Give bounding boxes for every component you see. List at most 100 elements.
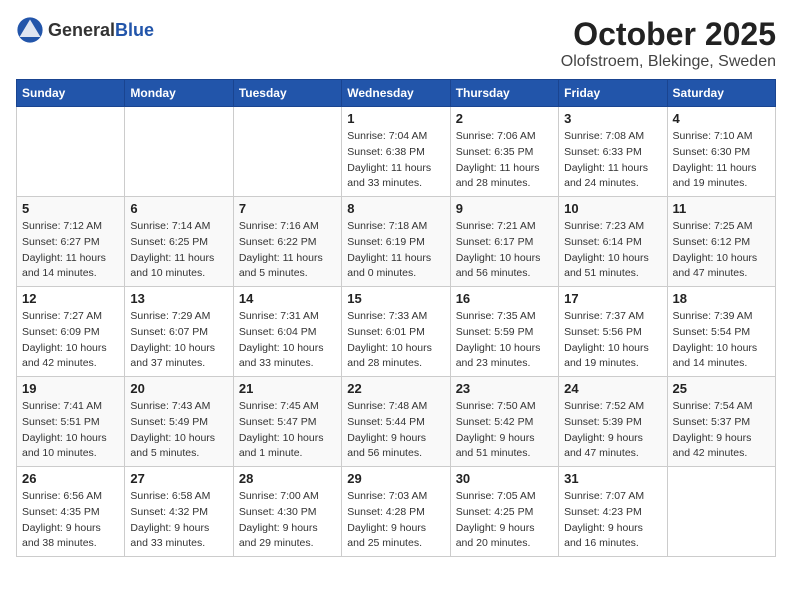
day-number: 10 bbox=[564, 201, 661, 216]
day-info: Sunrise: 7:23 AMSunset: 6:14 PMDaylight:… bbox=[564, 219, 661, 282]
day-number: 18 bbox=[673, 291, 770, 306]
calendar-day-cell: 21 Sunrise: 7:45 AMSunset: 5:47 PMDayligh… bbox=[233, 377, 341, 467]
weekday-header-cell: Friday bbox=[559, 80, 667, 107]
day-info: Sunrise: 7:08 AMSunset: 6:33 PMDaylight:… bbox=[564, 129, 661, 192]
day-info: Sunrise: 7:10 AMSunset: 6:30 PMDaylight:… bbox=[673, 129, 770, 192]
calendar-day-cell: 22Sunrise: 7:48 AMSunset: 5:44 PMDayligh… bbox=[342, 377, 450, 467]
day-info: Sunrise: 7:12 AMSunset: 6:27 PMDaylight:… bbox=[22, 219, 119, 282]
day-info: Sunrise: 7:21 AMSunset: 6:17 PMDaylight:… bbox=[456, 219, 553, 282]
calendar-week-row: 19Sunrise: 7:41 AMSunset: 5:51 PMDayligh… bbox=[17, 377, 776, 467]
day-info: Sunrise: 6:58 AMSunset: 4:32 PMDaylight:… bbox=[130, 489, 227, 552]
calendar-day-cell: 14Sunrise: 7:31 AMSunset: 6:04 PMDayligh… bbox=[233, 287, 341, 377]
day-info: Sunrise: 7:04 AMSunset: 6:38 PMDaylight:… bbox=[347, 129, 444, 192]
weekday-header-cell: Tuesday bbox=[233, 80, 341, 107]
day-number: 20 bbox=[130, 381, 227, 396]
calendar-day-cell: 28 Sunrise: 7:00 AMSunset: 4:30 PMDayligh… bbox=[233, 467, 341, 557]
calendar-day-cell: 25 Sunrise: 7:54 AMSunset: 5:37 PMDayligh… bbox=[667, 377, 775, 467]
calendar-day-cell: 11 Sunrise: 7:25 AMSunset: 6:12 PMDayligh… bbox=[667, 197, 775, 287]
day-number: 25 bbox=[673, 381, 770, 396]
day-number: 1 bbox=[347, 111, 444, 126]
day-number: 28 bbox=[239, 471, 336, 486]
day-info: Sunrise: 7:18 AMSunset: 6:19 PMDaylight:… bbox=[347, 219, 444, 282]
calendar-day-cell: 30Sunrise: 7:05 AMSunset: 4:25 PMDayligh… bbox=[450, 467, 558, 557]
day-info: Sunrise: 7:45 AMSunset: 5:47 PMDaylight:… bbox=[239, 399, 336, 462]
calendar-day-cell: 29 Sunrise: 7:03 AMSunset: 4:28 PMDayligh… bbox=[342, 467, 450, 557]
calendar-day-cell: 16 Sunrise: 7:35 AMSunset: 5:59 PMDayligh… bbox=[450, 287, 558, 377]
calendar-day-cell bbox=[233, 107, 341, 197]
day-info: Sunrise: 7:52 AMSunset: 5:39 PMDaylight:… bbox=[564, 399, 661, 462]
calendar-day-cell: 18 Sunrise: 7:39 AMSunset: 5:54 PMDayligh… bbox=[667, 287, 775, 377]
day-number: 24 bbox=[564, 381, 661, 396]
calendar-day-cell: 26 Sunrise: 6:56 AMSunset: 4:35 PMDayligh… bbox=[17, 467, 125, 557]
weekday-header-cell: Monday bbox=[125, 80, 233, 107]
day-info: Sunrise: 7:31 AMSunset: 6:04 PMDaylight:… bbox=[239, 309, 336, 372]
weekday-header-row: SundayMondayTuesdayWednesdayThursdayFrid… bbox=[17, 80, 776, 107]
day-info: Sunrise: 7:35 AMSunset: 5:59 PMDaylight:… bbox=[456, 309, 553, 372]
day-number: 23 bbox=[456, 381, 553, 396]
day-info: Sunrise: 7:00 AMSunset: 4:30 PMDaylight:… bbox=[239, 489, 336, 552]
logo-text-general: General bbox=[48, 20, 115, 40]
calendar-day-cell: 20Sunrise: 7:43 AMSunset: 5:49 PMDayligh… bbox=[125, 377, 233, 467]
day-number: 31 bbox=[564, 471, 661, 486]
day-info: Sunrise: 7:54 AMSunset: 5:37 PMDaylight:… bbox=[673, 399, 770, 462]
day-number: 22 bbox=[347, 381, 444, 396]
day-info: Sunrise: 7:06 AMSunset: 6:35 PMDaylight:… bbox=[456, 129, 553, 192]
day-info: Sunrise: 7:29 AMSunset: 6:07 PMDaylight:… bbox=[130, 309, 227, 372]
calendar-day-cell: 6 Sunrise: 7:14 AMSunset: 6:25 PMDaylight… bbox=[125, 197, 233, 287]
calendar-day-cell: 8 Sunrise: 7:18 AMSunset: 6:19 PMDaylight… bbox=[342, 197, 450, 287]
day-number: 29 bbox=[347, 471, 444, 486]
calendar-day-cell: 5 Sunrise: 7:12 AMSunset: 6:27 PMDaylight… bbox=[17, 197, 125, 287]
day-info: Sunrise: 7:03 AMSunset: 4:28 PMDaylight:… bbox=[347, 489, 444, 552]
calendar-day-cell: 17 Sunrise: 7:37 AMSunset: 5:56 PMDayligh… bbox=[559, 287, 667, 377]
calendar-day-cell: 12 Sunrise: 7:27 AMSunset: 6:09 PMDayligh… bbox=[17, 287, 125, 377]
day-info: Sunrise: 7:39 AMSunset: 5:54 PMDaylight:… bbox=[673, 309, 770, 372]
day-number: 27 bbox=[130, 471, 227, 486]
calendar-day-cell: 24 Sunrise: 7:52 AMSunset: 5:39 PMDayligh… bbox=[559, 377, 667, 467]
calendar-day-cell: 19Sunrise: 7:41 AMSunset: 5:51 PMDayligh… bbox=[17, 377, 125, 467]
calendar-table: SundayMondayTuesdayWednesdayThursdayFrid… bbox=[16, 79, 776, 557]
day-info: Sunrise: 7:14 AMSunset: 6:25 PMDaylight:… bbox=[130, 219, 227, 282]
calendar-day-cell: 3 Sunrise: 7:08 AMSunset: 6:33 PMDaylight… bbox=[559, 107, 667, 197]
day-info: Sunrise: 7:16 AMSunset: 6:22 PMDaylight:… bbox=[239, 219, 336, 282]
calendar-week-row: 5 Sunrise: 7:12 AMSunset: 6:27 PMDaylight… bbox=[17, 197, 776, 287]
calendar-day-cell: 10 Sunrise: 7:23 AMSunset: 6:14 PMDayligh… bbox=[559, 197, 667, 287]
day-info: Sunrise: 7:33 AMSunset: 6:01 PMDaylight:… bbox=[347, 309, 444, 372]
weekday-header-cell: Thursday bbox=[450, 80, 558, 107]
day-number: 15 bbox=[347, 291, 444, 306]
calendar-day-cell: 15 Sunrise: 7:33 AMSunset: 6:01 PMDayligh… bbox=[342, 287, 450, 377]
calendar-day-cell: 31 Sunrise: 7:07 AMSunset: 4:23 PMDayligh… bbox=[559, 467, 667, 557]
day-number: 26 bbox=[22, 471, 119, 486]
day-number: 16 bbox=[456, 291, 553, 306]
day-number: 2 bbox=[456, 111, 553, 126]
calendar-week-row: 12 Sunrise: 7:27 AMSunset: 6:09 PMDayligh… bbox=[17, 287, 776, 377]
location-title: Olofstroem, Blekinge, Sweden bbox=[561, 53, 776, 71]
weekday-header-cell: Sunday bbox=[17, 80, 125, 107]
day-number: 5 bbox=[22, 201, 119, 216]
calendar-day-cell: 9 Sunrise: 7:21 AMSunset: 6:17 PMDaylight… bbox=[450, 197, 558, 287]
calendar-day-cell: 13 Sunrise: 7:29 AMSunset: 6:07 PMDayligh… bbox=[125, 287, 233, 377]
day-info: Sunrise: 7:25 AMSunset: 6:12 PMDaylight:… bbox=[673, 219, 770, 282]
day-number: 19 bbox=[22, 381, 119, 396]
logo: GeneralBlue bbox=[16, 16, 154, 44]
day-info: Sunrise: 7:37 AMSunset: 5:56 PMDaylight:… bbox=[564, 309, 661, 372]
day-number: 3 bbox=[564, 111, 661, 126]
day-number: 11 bbox=[673, 201, 770, 216]
day-number: 13 bbox=[130, 291, 227, 306]
logo-icon bbox=[16, 16, 44, 44]
logo-text-blue: Blue bbox=[115, 20, 154, 40]
day-number: 4 bbox=[673, 111, 770, 126]
calendar-day-cell bbox=[125, 107, 233, 197]
day-number: 21 bbox=[239, 381, 336, 396]
calendar-day-cell: 4 Sunrise: 7:10 AMSunset: 6:30 PMDaylight… bbox=[667, 107, 775, 197]
day-number: 8 bbox=[347, 201, 444, 216]
day-info: Sunrise: 7:50 AMSunset: 5:42 PMDaylight:… bbox=[456, 399, 553, 462]
day-info: Sunrise: 7:07 AMSunset: 4:23 PMDaylight:… bbox=[564, 489, 661, 552]
day-number: 17 bbox=[564, 291, 661, 306]
day-info: Sunrise: 6:56 AMSunset: 4:35 PMDaylight:… bbox=[22, 489, 119, 552]
weekday-header-cell: Wednesday bbox=[342, 80, 450, 107]
day-number: 6 bbox=[130, 201, 227, 216]
day-number: 12 bbox=[22, 291, 119, 306]
day-info: Sunrise: 7:27 AMSunset: 6:09 PMDaylight:… bbox=[22, 309, 119, 372]
day-number: 9 bbox=[456, 201, 553, 216]
calendar-week-row: 26 Sunrise: 6:56 AMSunset: 4:35 PMDayligh… bbox=[17, 467, 776, 557]
